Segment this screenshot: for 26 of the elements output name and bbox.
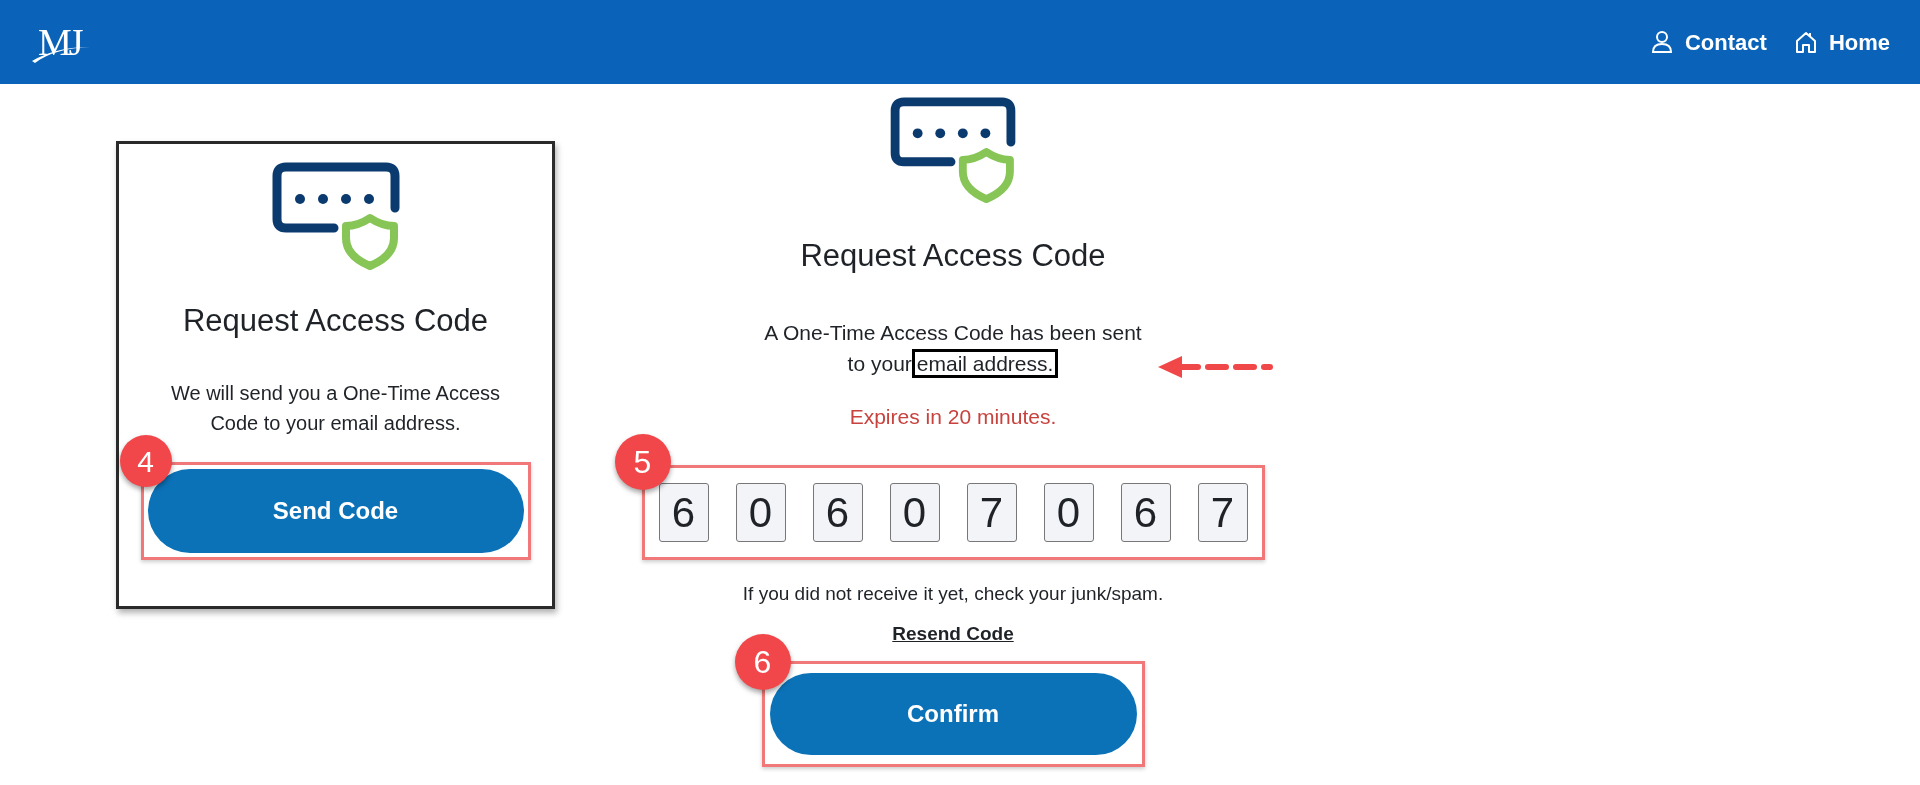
card-title: Request Access Code	[183, 302, 488, 340]
nav-link[interactable]: Home	[1828, 25, 1890, 59]
logo[interactable]: MJ	[30, 21, 94, 63]
panel-title: Request Access Code	[800, 237, 1106, 275]
password-shield-icon	[890, 97, 1016, 203]
code-digit-field[interactable]: 7	[966, 482, 1017, 542]
code-digit-field[interactable]: 6	[658, 482, 709, 542]
junk-hint-text: If you did not receive it yet, check your junk/spam.	[742, 581, 1164, 606]
code-digit-field[interactable]: 7	[1197, 482, 1248, 542]
card-description: We will send you a One-Time Access Code to your email address.	[170, 381, 501, 436]
person-icon	[1651, 30, 1673, 54]
nav-link[interactable]: Contact	[1685, 25, 1767, 59]
step-badge: 5	[614, 433, 671, 490]
password-shield-icon	[271, 162, 400, 270]
code-digit-field[interactable]: 0	[889, 482, 940, 542]
code-digit-field[interactable]: 0	[735, 482, 786, 542]
step-badge: 4	[119, 435, 172, 487]
code-digit-field[interactable]: 6	[812, 482, 863, 542]
code-digit-field[interactable]: 6	[1120, 482, 1171, 542]
resend-code-link[interactable]: Resend Code	[892, 620, 1014, 649]
step-badge: 6	[734, 633, 791, 690]
home-icon	[1794, 30, 1817, 54]
sent-message: A One-Time Access Code has been sent to your email address.	[764, 317, 1142, 379]
confirm-button[interactable]: Confirm	[769, 672, 1137, 755]
code-digit-field[interactable]: 0	[1043, 482, 1094, 542]
expiry-text: Expires in 20 minutes.	[849, 404, 1057, 430]
